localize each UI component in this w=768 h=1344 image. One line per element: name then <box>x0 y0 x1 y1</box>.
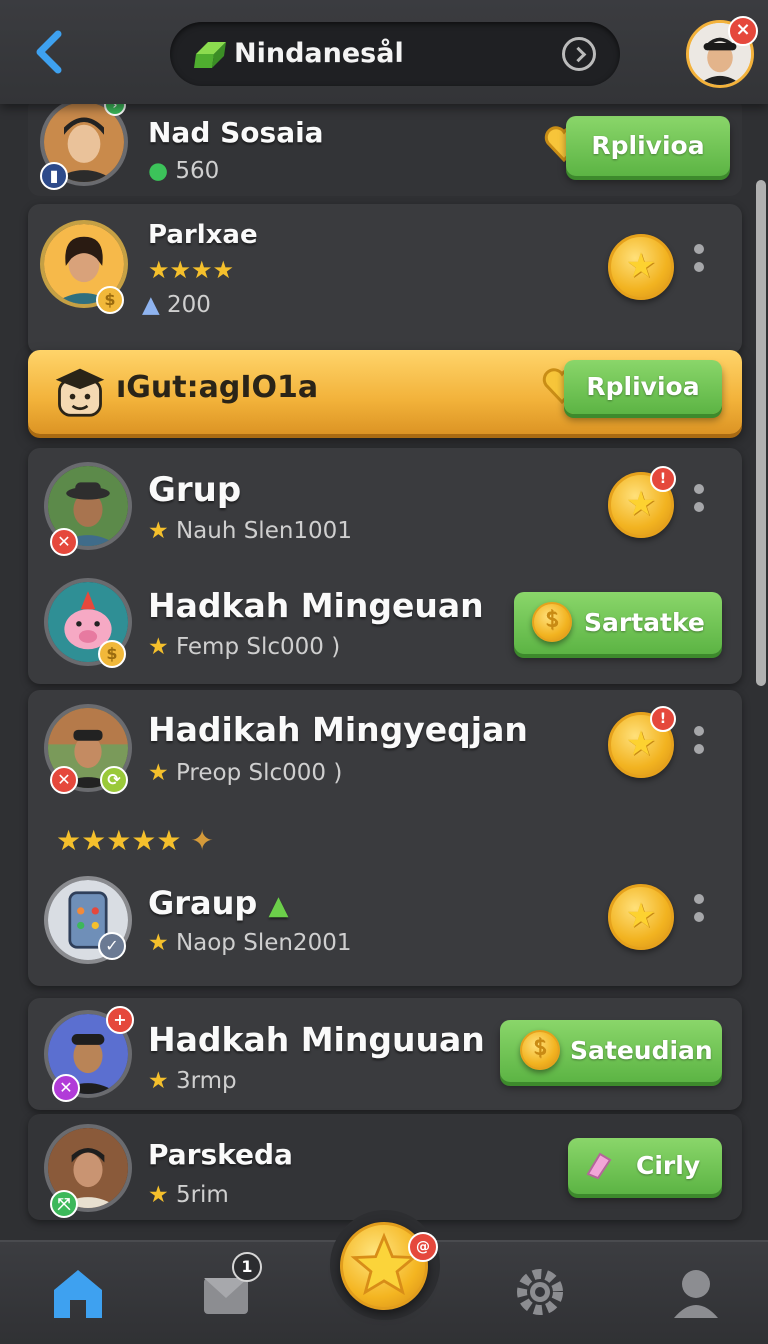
player-points: ● 560 <box>148 158 220 184</box>
player-subtitle: ★ 5rim <box>148 1182 229 1208</box>
player-name: Parskeda <box>148 1138 293 1171</box>
star-icon: ★ <box>148 760 169 786</box>
more-options-icon[interactable] <box>693 244 705 284</box>
remove-badge[interactable]: ✕ <box>52 1074 80 1102</box>
player-name: Parlxae <box>148 220 258 250</box>
tree-icon: ▲ <box>268 891 289 921</box>
refresh-badge: ⟳ <box>100 766 128 794</box>
green-gem-icon <box>194 42 226 68</box>
eraser-icon <box>586 1152 612 1180</box>
list-item[interactable]: ⤧ Parskeda ★ 5rim Cirly <box>28 1114 742 1220</box>
alert-badge: ! <box>650 706 676 732</box>
star-coin-button[interactable]: ★ <box>608 234 674 300</box>
star-icon: ★ <box>148 930 169 956</box>
back-arrow-icon[interactable] <box>30 28 70 76</box>
remove-badge[interactable]: ✕ <box>50 766 78 794</box>
player-subtitle: ★ 3rmp <box>148 1068 237 1094</box>
group-card: ✕ Grup ★ Nauh Slen1001 ★ ! $ Hadkah Ming… <box>28 448 742 684</box>
player-subtitle: ★ Preop Slc000 ) <box>148 760 343 786</box>
settings-icon[interactable] <box>510 1262 570 1322</box>
title-pill[interactable]: Nindanesål <box>170 22 620 86</box>
banner-title: ıGut:agIO1a <box>116 370 319 405</box>
coin-badge: $ <box>98 640 126 668</box>
rank-badge: ▮ <box>40 162 68 190</box>
list-item[interactable]: + ✕ Hadkah Minguuan ★ 3rmp Sateudian $ <box>28 998 742 1110</box>
group-name: Grup <box>148 470 242 510</box>
alert-badge: ! <box>650 466 676 492</box>
profile-icon[interactable] <box>666 1262 726 1322</box>
scrollbar[interactable] <box>756 180 766 686</box>
gem-count: ▲ 200 <box>142 292 211 318</box>
more-options-icon[interactable] <box>693 894 705 934</box>
star-icon: ★ <box>148 634 169 660</box>
dollar-coin-icon: $ <box>520 1030 560 1070</box>
group-name: Graup ▲ <box>148 884 289 922</box>
crystal-icon: ▲ <box>142 292 160 318</box>
group-subtitle: ★ Nauh Slen1001 <box>148 518 352 544</box>
player-name: Hadikah Mingyeqjan <box>148 710 528 749</box>
star-icon: ★ <box>148 518 169 544</box>
player-subtitle: ★ Femp Slc000 ) <box>148 634 341 660</box>
coin-badge: $ <box>96 286 124 314</box>
link-badge: ⤧ <box>50 1190 78 1218</box>
inbox-count-badge: 1 <box>232 1252 262 1282</box>
more-options-icon[interactable] <box>693 726 705 766</box>
reply-button[interactable]: Rplivioa <box>564 360 722 414</box>
top-bar: Nindanesål × <box>0 0 768 104</box>
coin-shop-button[interactable]: @ <box>330 1210 440 1320</box>
highlight-banner[interactable]: ıGut:agIO1a Rplivioa <box>28 350 742 434</box>
more-options-icon[interactable] <box>693 484 705 524</box>
close-icon[interactable]: × <box>728 16 758 46</box>
chevron-circle-icon[interactable] <box>562 37 596 71</box>
mascot-icon <box>55 368 105 417</box>
home-icon[interactable] <box>48 1262 108 1322</box>
center-badge: @ <box>408 1232 438 1262</box>
star-coin-button[interactable]: ★ <box>608 884 674 950</box>
group-card: ✕ ⟳ Hadikah Mingyeqjan ★ Preop Slc000 ) … <box>28 690 742 986</box>
page-title: Nindanesål <box>234 38 404 69</box>
group-subtitle: ★ Naop Slen2001 <box>148 930 352 956</box>
player-name: Hadkah Mingeuan <box>148 586 484 625</box>
remove-badge[interactable]: ✕ <box>50 528 78 556</box>
add-badge[interactable]: + <box>106 1006 134 1034</box>
star-icon: ★ <box>148 1068 169 1094</box>
achievement-stars: ★★★★★ ✦ <box>56 824 214 857</box>
dollar-coin-icon: $ <box>532 602 572 642</box>
list-item[interactable]: ▮ › Nad Sosaia ● 560 Rplivioa <box>28 94 742 196</box>
rating-stars: ★★★★ <box>148 256 235 284</box>
player-name: Nad Sosaia <box>148 116 324 149</box>
player-name: Hadkah Minguuan <box>148 1020 485 1059</box>
list-item[interactable]: $ Parlxae ★★★★ ▲ 200 ★ <box>28 204 742 354</box>
star-icon: ★ <box>148 1182 169 1208</box>
points-icon: ● <box>148 158 169 184</box>
reply-button[interactable]: Rplivioa <box>566 116 730 176</box>
check-badge: ✓ <box>98 932 126 960</box>
